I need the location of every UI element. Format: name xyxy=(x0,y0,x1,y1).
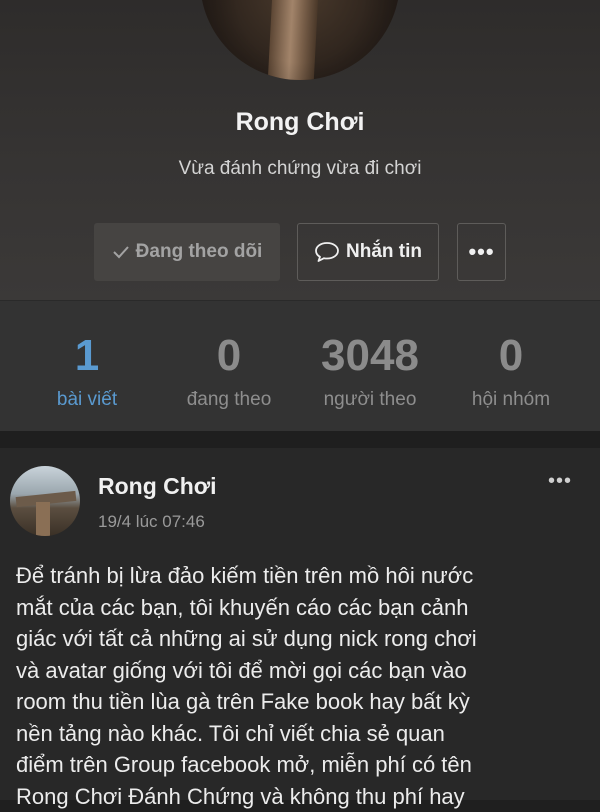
post-more-dots-icon: ••• xyxy=(547,470,572,492)
stat-posts-label: bài viết xyxy=(56,389,118,410)
profile-bio: Vừa đánh chứng vừa đi chơi xyxy=(178,158,422,179)
more-dots-icon: ••• xyxy=(468,239,495,264)
stat-following-value: 0 xyxy=(216,331,242,380)
post-timestamp[interactable]: 19/4 lúc 07:46 xyxy=(98,512,205,532)
post-more-options-button[interactable]: ••• xyxy=(538,470,582,494)
profile-name: Rong Chơi xyxy=(235,108,365,136)
following-button[interactable]: Đang theo dõi xyxy=(94,223,280,281)
stat-groups-label: hội nhóm xyxy=(471,389,551,410)
post-author-avatar[interactable] xyxy=(10,466,80,536)
stat-groups-value: 0 xyxy=(498,331,524,380)
stat-posts-value: 1 xyxy=(74,331,100,380)
profile-avatar[interactable] xyxy=(200,0,400,80)
post-card: Rong Chơi 19/4 lúc 07:46 ••• Để tránh bị… xyxy=(0,448,600,809)
more-options-button[interactable]: ••• xyxy=(457,223,506,281)
post-author-name[interactable]: Rong Chơi xyxy=(98,473,217,500)
stat-followers-label: người theo xyxy=(323,389,417,410)
message-button-label: Nhắn tin xyxy=(346,241,422,262)
post-body-text: Để tránh bị lừa đảo kiếm tiền trên mồ hô… xyxy=(16,563,477,809)
checkmark-icon xyxy=(112,244,130,260)
message-button[interactable]: Nhắn tin xyxy=(297,223,439,281)
profile-stats: 1 bài viết 0 đang theo 3048 người theo 0… xyxy=(0,300,600,431)
profile-header: Rong Chơi Vừa đánh chứng vừa đi chơi Đan… xyxy=(0,0,600,300)
stat-followers-value: 3048 xyxy=(321,331,419,380)
chat-bubble-icon xyxy=(314,241,340,263)
following-button-label: Đang theo dõi xyxy=(135,241,263,262)
stat-following-label: đang theo xyxy=(186,389,272,410)
